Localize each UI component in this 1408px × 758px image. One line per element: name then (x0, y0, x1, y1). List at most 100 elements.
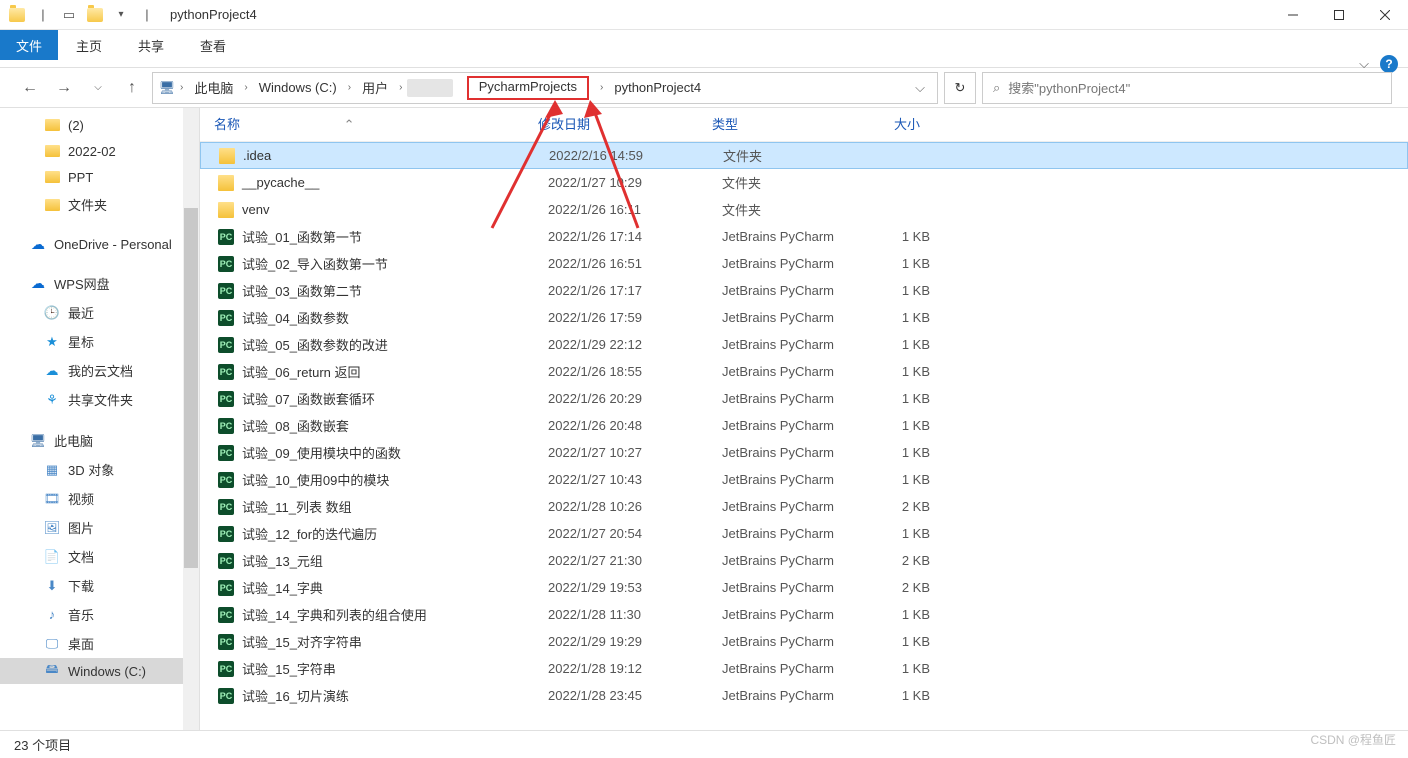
file-name-cell: PC试验_09_使用模块中的函数 (210, 443, 540, 462)
file-row[interactable]: PC试验_08_函数嵌套 2022/1/26 20:48 JetBrains P… (200, 412, 1408, 439)
search-input[interactable]: ⌕ 搜索"pythonProject4" (982, 72, 1392, 104)
navigation-pane[interactable]: (2)2022-02PPT文件夹 ☁OneDrive - Personal ☁W… (0, 108, 200, 730)
chevron-right-icon[interactable]: › (177, 82, 186, 93)
crumb-drive[interactable]: Windows (C:) (253, 77, 343, 98)
file-date: 2022/1/26 16:51 (540, 256, 714, 271)
sidebar-item[interactable]: ▦3D 对象 (0, 455, 199, 484)
pycharm-file-icon: PC (218, 661, 234, 677)
sidebar-item-label: WPS网盘 (54, 274, 110, 293)
sidebar-item[interactable]: ★星标 (0, 327, 199, 356)
sidebar-item-label: 下载 (68, 576, 94, 595)
qat-properties-icon[interactable]: ▭ (58, 4, 80, 26)
address-bar[interactable]: 🖥 › 此电脑 › Windows (C:) › 用户 › user › Pyc… (152, 72, 938, 104)
file-row[interactable]: PC试验_16_切片演练 2022/1/28 23:45 JetBrains P… (200, 682, 1408, 709)
file-date: 2022/1/26 17:59 (540, 310, 714, 325)
sidebar-item[interactable]: (2) (0, 112, 199, 138)
sidebar-wps[interactable]: ☁WPS网盘 (0, 269, 199, 298)
sidebar-item[interactable]: 🖴Windows (C:) (0, 658, 199, 684)
minimize-button[interactable] (1270, 0, 1316, 30)
close-button[interactable] (1362, 0, 1408, 30)
chevron-right-icon[interactable]: › (241, 82, 250, 93)
tab-view[interactable]: 查看 (182, 30, 244, 60)
file-row[interactable]: PC试验_15_字符串 2022/1/28 19:12 JetBrains Py… (200, 655, 1408, 682)
crumb-users[interactable]: 用户 (356, 75, 394, 100)
forward-button[interactable]: → (50, 74, 78, 102)
file-name-cell: PC试验_07_函数嵌套循环 (210, 389, 540, 408)
sidebar-item[interactable]: 🎞视频 (0, 484, 199, 513)
sidebar-onedrive[interactable]: ☁OneDrive - Personal (0, 231, 199, 257)
crumb-current[interactable]: pythonProject4 (608, 77, 707, 98)
tab-share[interactable]: 共享 (120, 30, 182, 60)
column-type[interactable]: 类型 (704, 110, 860, 137)
file-date: 2022/2/16 14:59 (541, 148, 715, 163)
qat-dropdown-icon[interactable]: ▾ (110, 4, 132, 26)
crumb-user-masked[interactable]: user (407, 79, 453, 97)
column-size[interactable]: 大小 (860, 110, 940, 137)
file-row[interactable]: PC试验_07_函数嵌套循环 2022/1/26 20:29 JetBrains… (200, 385, 1408, 412)
refresh-button[interactable]: ↻ (944, 72, 976, 104)
qat-folder-icon[interactable] (84, 4, 106, 26)
ribbon-toggle-icon[interactable]: ⌵ (1354, 54, 1374, 74)
recent-dropdown-icon[interactable]: ⌵ (84, 74, 112, 102)
file-list-pane[interactable]: 名称 ⌃ 修改日期 类型 大小 .idea 2022/2/16 14:59 文件… (200, 108, 1408, 730)
sidebar-item[interactable]: 🖵桌面 (0, 629, 199, 658)
sidebar-item[interactable]: PPT (0, 164, 199, 190)
file-name-cell: PC试验_08_函数嵌套 (210, 416, 540, 435)
column-date[interactable]: 修改日期 (530, 110, 704, 137)
help-icon[interactable]: ? (1380, 55, 1398, 73)
file-row[interactable]: PC试验_06_return 返回 2022/1/26 18:55 JetBra… (200, 358, 1408, 385)
file-row[interactable]: PC试验_01_函数第一节 2022/1/26 17:14 JetBrains … (200, 223, 1408, 250)
file-row[interactable]: PC试验_13_元组 2022/1/27 21:30 JetBrains PyC… (200, 547, 1408, 574)
star-icon: ★ (44, 334, 60, 350)
file-row[interactable]: PC试验_12_for的迭代遍历 2022/1/27 20:54 JetBrai… (200, 520, 1408, 547)
crumb-thispc[interactable]: 此电脑 (188, 75, 239, 100)
file-row[interactable]: PC试验_15_对齐字符串 2022/1/29 19:29 JetBrains … (200, 628, 1408, 655)
chevron-right-icon[interactable]: › (345, 82, 354, 93)
sidebar-scrollbar[interactable] (183, 108, 199, 730)
maximize-button[interactable] (1316, 0, 1362, 30)
sidebar-item[interactable]: ⚘共享文件夹 (0, 385, 199, 414)
file-row[interactable]: __pycache__ 2022/1/27 10:29 文件夹 (200, 169, 1408, 196)
sidebar-item[interactable]: 2022-02 (0, 138, 199, 164)
window-controls (1270, 0, 1408, 30)
file-row[interactable]: PC试验_09_使用模块中的函数 2022/1/27 10:27 JetBrai… (200, 439, 1408, 466)
tab-home[interactable]: 主页 (58, 30, 120, 60)
sidebar-item[interactable]: 🖼图片 (0, 513, 199, 542)
crumb-pycharmprojects[interactable]: PycharmProjects (467, 76, 589, 100)
file-row[interactable]: venv 2022/1/26 16:11 文件夹 (200, 196, 1408, 223)
file-row[interactable]: PC试验_05_函数参数的改进 2022/1/29 22:12 JetBrain… (200, 331, 1408, 358)
sidebar-item[interactable]: ☁我的云文档 (0, 356, 199, 385)
file-size: 2 KB (870, 553, 950, 568)
scrollbar-thumb[interactable] (184, 208, 198, 568)
column-name[interactable]: 名称 ⌃ (200, 110, 530, 137)
folder-app-icon[interactable] (6, 4, 28, 26)
file-row[interactable]: PC试验_14_字典 2022/1/29 19:53 JetBrains PyC… (200, 574, 1408, 601)
file-row[interactable]: PC试验_14_字典和列表的组合使用 2022/1/28 11:30 JetBr… (200, 601, 1408, 628)
sidebar-item[interactable]: 📄文档 (0, 542, 199, 571)
window-title: pythonProject4 (164, 7, 257, 22)
file-date: 2022/1/27 10:27 (540, 445, 714, 460)
file-type: JetBrains PyCharm (714, 310, 870, 325)
file-date: 2022/1/27 20:54 (540, 526, 714, 541)
file-row[interactable]: PC试验_04_函数参数 2022/1/26 17:59 JetBrains P… (200, 304, 1408, 331)
back-button[interactable]: ← (16, 74, 44, 102)
sidebar-item[interactable]: ♪音乐 (0, 600, 199, 629)
file-row[interactable]: .idea 2022/2/16 14:59 文件夹 (200, 142, 1408, 169)
sidebar-thispc[interactable]: 🖥此电脑 (0, 426, 199, 455)
sidebar-item[interactable]: ⬇下载 (0, 571, 199, 600)
file-row[interactable]: PC试验_11_列表 数组 2022/1/28 10:26 JetBrains … (200, 493, 1408, 520)
file-type: JetBrains PyCharm (714, 499, 870, 514)
sort-indicator-icon: ⌃ (344, 117, 355, 132)
pycharm-file-icon: PC (218, 391, 234, 407)
file-row[interactable]: PC试验_02_导入函数第一节 2022/1/26 16:51 JetBrain… (200, 250, 1408, 277)
address-dropdown-icon[interactable]: ⌵ (909, 80, 931, 96)
tab-file[interactable]: 文件 (0, 30, 58, 60)
up-button[interactable]: ↑ (118, 74, 146, 102)
file-row[interactable]: PC试验_03_函数第二节 2022/1/26 17:17 JetBrains … (200, 277, 1408, 304)
chevron-right-icon[interactable]: › (396, 82, 405, 93)
chevron-right-icon[interactable]: › (597, 82, 606, 93)
sidebar-item[interactable]: 🕒最近 (0, 298, 199, 327)
file-row[interactable]: PC试验_10_使用09中的模块 2022/1/27 10:43 JetBrai… (200, 466, 1408, 493)
folder-icon (44, 197, 60, 213)
sidebar-item[interactable]: 文件夹 (0, 190, 199, 219)
